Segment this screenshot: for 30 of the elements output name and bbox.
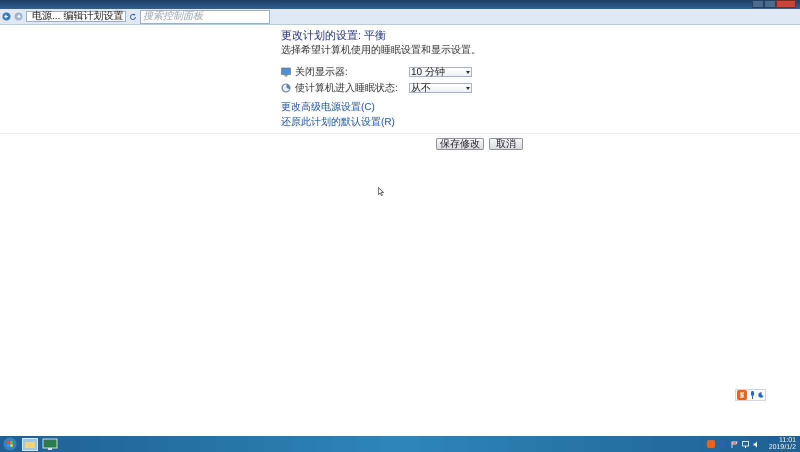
moon-icon[interactable] [758, 392, 764, 398]
save-button[interactable]: 保存修改 [436, 138, 484, 150]
monitor-icon [281, 67, 291, 77]
moon-clock-icon [281, 83, 291, 93]
description-text: 选择希望计算机使用的睡眠设置和显示设置。 [281, 44, 482, 57]
caret-icon [466, 70, 470, 74]
ime-toolbar[interactable] [735, 389, 766, 401]
setting-label: 关闭显示器: [295, 66, 349, 80]
breadcrumb-item[interactable]: 编辑计划设置 [63, 12, 124, 22]
breadcrumb-item[interactable]: 电源... [32, 12, 60, 22]
dropdown[interactable]: 从不 [409, 83, 472, 93]
start-button[interactable] [2, 437, 18, 451]
settings-link[interactable]: 更改高级电源设置(C) [281, 102, 375, 114]
page-heading: 更改计划的设置: 平衡 [281, 29, 388, 43]
refresh-icon[interactable] [129, 12, 137, 20]
microphone-icon[interactable] [750, 391, 755, 399]
caret-icon [466, 86, 470, 90]
network-icon[interactable] [742, 440, 749, 448]
back-icon[interactable] [2, 12, 11, 21]
setting-label: 使计算机进入睡眠状态: [295, 82, 399, 96]
cancel-button[interactable]: 取消 [489, 138, 523, 150]
settings-link[interactable]: 还原此计划的默认设置(R) [281, 117, 395, 129]
speaker-icon[interactable] [752, 440, 759, 448]
flag-icon[interactable] [730, 440, 738, 448]
folder-icon[interactable] [22, 438, 38, 450]
address-field[interactable]: 电源... 编辑计划设置 [26, 11, 126, 22]
mouse-cursor-icon [378, 187, 384, 196]
monitor-icon[interactable] [42, 438, 58, 450]
dropdown[interactable]: 10 分钟 [409, 67, 472, 77]
search-field[interactable]: 搜索控制面板 [140, 10, 270, 24]
